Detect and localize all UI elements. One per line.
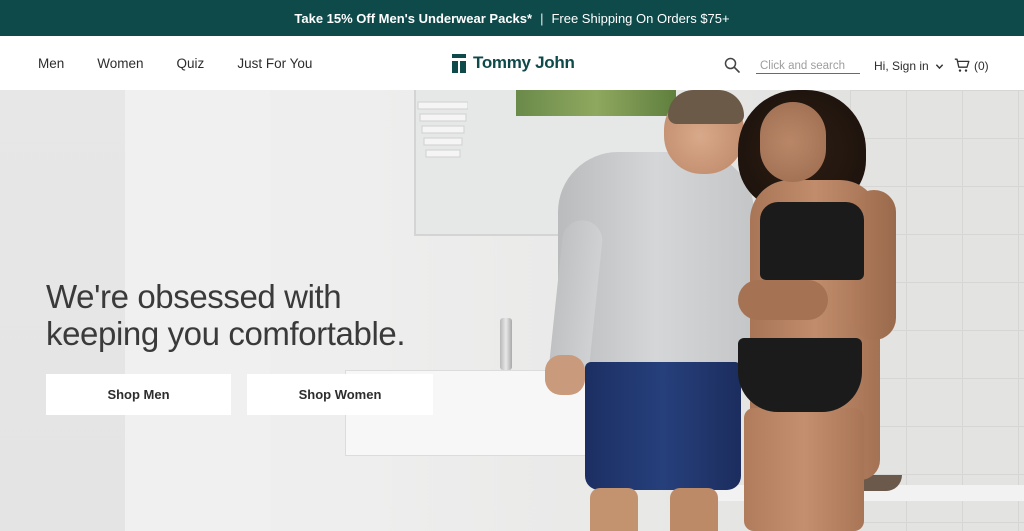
promo-separator: | [540, 10, 544, 26]
cart-count: (0) [974, 58, 989, 73]
hero-headline-line2: keeping you comfortable. [46, 315, 406, 352]
shop-women-button[interactable]: Shop Women [247, 374, 433, 415]
hero-headline: We're obsessed with keeping you comforta… [46, 278, 406, 352]
model-woman-face [760, 102, 826, 182]
model-woman-legs [744, 408, 864, 531]
shop-men-button[interactable]: Shop Men [46, 374, 231, 415]
nav-item-just-for-you[interactable]: Just For You [237, 56, 312, 71]
signin-menu[interactable]: Hi, Sign in [874, 59, 944, 73]
search-icon[interactable] [724, 57, 740, 73]
model-man-leg [590, 488, 638, 531]
model-woman-hands [738, 280, 828, 320]
hero-window [516, 90, 676, 116]
hero-headline-line1: We're obsessed with [46, 278, 342, 315]
model-woman-brief [738, 338, 862, 412]
brand-logo[interactable]: Tommy John [452, 53, 575, 73]
site-header: Men Women Quiz Just For You Tommy John H… [0, 36, 1024, 90]
cart-icon[interactable] [954, 58, 970, 73]
main-nav: Men Women Quiz Just For You [38, 36, 345, 90]
chevron-down-icon[interactable] [935, 62, 944, 71]
brand-logo-mark [452, 53, 466, 73]
hero-banner: We're obsessed with keeping you comforta… [0, 90, 1024, 531]
model-man-hair [668, 90, 744, 124]
promo-offer-text[interactable]: Take 15% Off Men's Underwear Packs* [294, 11, 532, 26]
search-input[interactable] [756, 58, 860, 74]
model-man-leg [670, 488, 718, 531]
hero-faucet [500, 318, 512, 370]
model-woman-bralette [760, 202, 864, 280]
nav-item-men[interactable]: Men [38, 56, 64, 71]
nav-item-women[interactable]: Women [97, 56, 143, 71]
model-man-boxer-briefs [585, 362, 741, 490]
brand-name: Tommy John [473, 53, 575, 72]
promo-banner[interactable]: Take 15% Off Men's Underwear Packs* | Fr… [0, 0, 1024, 36]
model-man-hand [545, 355, 585, 395]
cart-button[interactable]: (0) [954, 58, 989, 73]
nav-item-quiz[interactable]: Quiz [177, 56, 205, 71]
promo-shipping-text[interactable]: Free Shipping On Orders $75+ [551, 11, 729, 26]
signin-label[interactable]: Hi, Sign in [874, 59, 929, 73]
hero-lamp [417, 101, 468, 158]
